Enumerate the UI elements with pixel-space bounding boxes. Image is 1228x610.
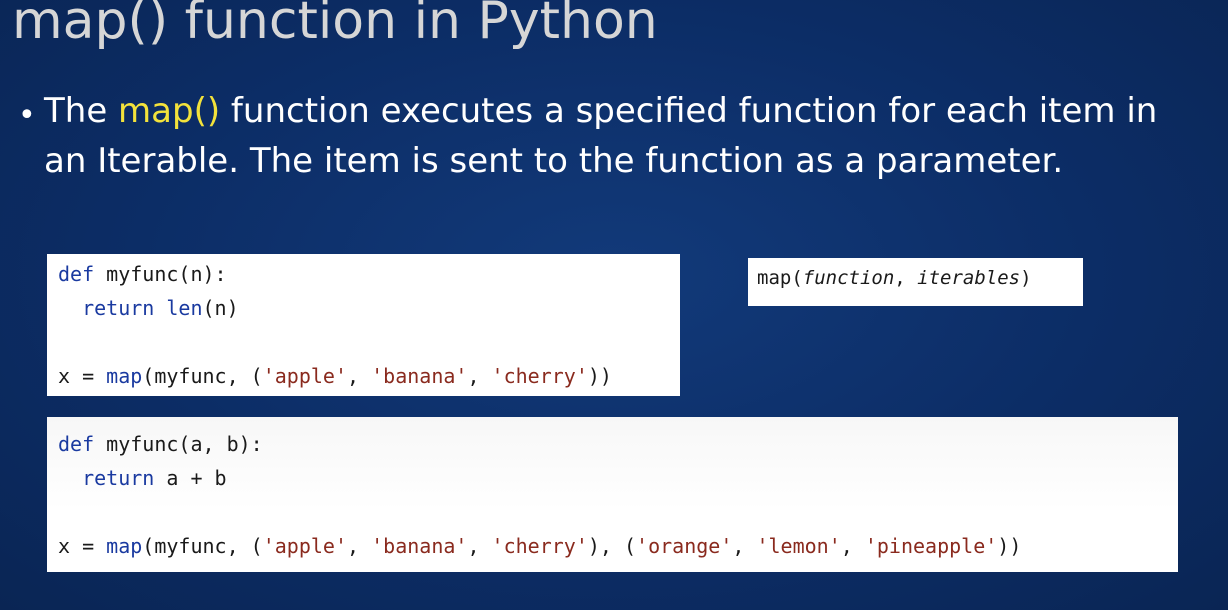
code-string: 'pineapple' <box>864 534 998 558</box>
code-string: 'apple' <box>262 364 348 388</box>
code-string: 'apple' <box>262 534 348 558</box>
code-line: def myfunc(a, b): <box>58 427 1178 461</box>
bullet-highlight-map: map() <box>118 91 221 131</box>
code-example-two-iterables: def myfunc(a, b): return a + b x = map(m… <box>47 417 1178 572</box>
code-string: 'banana' <box>371 534 468 558</box>
code-line: x = map(myfunc, ('apple', 'banana', 'che… <box>58 529 1178 563</box>
bullet-text: The map() function executes a specified … <box>44 86 1194 186</box>
code-builtin: map <box>106 364 143 388</box>
bullet-dot-icon: • <box>18 98 36 133</box>
code-text: , <box>347 534 372 558</box>
syntax-suffix: ) <box>1020 267 1032 289</box>
code-keyword: def <box>58 432 95 456</box>
code-text: x = <box>58 364 107 388</box>
slide-title: map() function in Python <box>12 0 658 51</box>
code-text: (n) <box>202 296 239 320</box>
syntax-separator: , <box>894 267 918 289</box>
code-text: , <box>840 534 865 558</box>
code-keyword: return <box>82 296 155 320</box>
code-text: , <box>347 364 372 388</box>
code-line: x = map(myfunc, ('apple', 'banana', 'che… <box>58 359 680 393</box>
code-string: 'banana' <box>371 364 468 388</box>
code-string: 'cherry' <box>491 534 588 558</box>
syntax-prefix: map( <box>757 267 803 289</box>
code-builtin: len <box>166 296 203 320</box>
code-line: return len(n) <box>58 291 680 325</box>
code-text: , <box>467 534 492 558</box>
code-text: x = <box>58 534 107 558</box>
code-text: )) <box>997 534 1022 558</box>
code-line: return a + b <box>58 461 1178 495</box>
code-text: (myfunc, ( <box>142 364 263 388</box>
syntax-arg-iterables: iterables <box>917 267 1021 289</box>
code-text: a + b <box>154 466 227 490</box>
code-string: 'lemon' <box>756 534 841 558</box>
syntax-box: map(function, iterables) <box>748 258 1083 306</box>
code-string: 'orange' <box>636 534 733 558</box>
code-text: myfunc(a, b): <box>94 432 263 456</box>
syntax-arg-function: function <box>802 267 895 289</box>
code-text: ), ( <box>587 534 637 558</box>
code-builtin: map <box>106 534 143 558</box>
code-text: )) <box>587 364 612 388</box>
code-text: , <box>732 534 757 558</box>
code-text: (myfunc, ( <box>142 534 263 558</box>
bullet-prefix: The <box>44 91 119 131</box>
code-line: def myfunc(n): <box>58 257 680 291</box>
code-text: , <box>467 364 492 388</box>
code-example-single-iterable: def myfunc(n): return len(n) x = map(myf… <box>47 254 680 396</box>
code-string: 'cherry' <box>491 364 588 388</box>
code-keyword: def <box>58 262 95 286</box>
code-text: myfunc(n): <box>94 262 227 286</box>
code-keyword: return <box>82 466 155 490</box>
